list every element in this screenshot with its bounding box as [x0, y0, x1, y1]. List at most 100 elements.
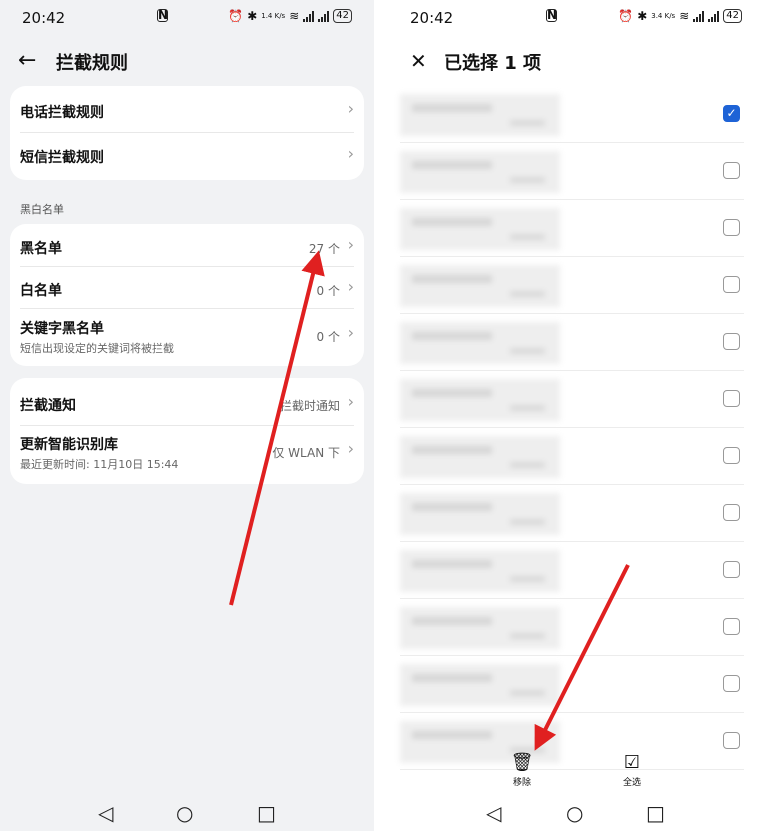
nav-back-icon[interactable]: ◁ — [98, 801, 113, 825]
checkbox[interactable] — [723, 618, 740, 635]
signal-icon-2 — [708, 10, 720, 22]
list-item[interactable] — [400, 200, 744, 257]
nav-recents-icon[interactable]: □ — [646, 801, 665, 825]
remove-button[interactable]: 🗑 移除 — [502, 752, 542, 788]
blurred-contact — [400, 379, 560, 421]
section-label: 黑白名单 — [20, 203, 64, 216]
checkbox[interactable] — [723, 504, 740, 521]
nav-home-icon[interactable]: ○ — [566, 801, 583, 825]
list-item[interactable] — [400, 542, 744, 599]
signal-icon — [693, 10, 705, 22]
nav-home-icon[interactable]: ○ — [176, 801, 193, 825]
blurred-contact — [400, 151, 560, 193]
close-icon[interactable]: ✕ — [410, 49, 427, 73]
selection-title: 已选择 1 项 — [444, 53, 542, 74]
alarm-icon: ⏰ — [228, 9, 244, 23]
row-value: 0 个 — [316, 284, 340, 298]
checkbox[interactable] — [723, 675, 740, 692]
status-icons: ⏰ ✱ 1.4 K/s ≋ 42 — [228, 9, 352, 23]
chevron-right-icon: › — [347, 277, 354, 296]
wifi-icon: ≋ — [679, 9, 690, 23]
chevron-right-icon: › — [347, 392, 354, 411]
checkbox[interactable] — [723, 162, 740, 179]
trash-icon: 🗑 — [510, 752, 534, 773]
blurred-contact — [400, 94, 560, 136]
row-value: 拦截时通知 — [279, 399, 340, 413]
keyword-blacklist-row[interactable]: 关键字黑名单 短信出现设定的关键词将被拦截 0 个 › — [20, 309, 354, 366]
row-label: 电话拦截规则 — [20, 105, 104, 121]
chevron-right-icon: › — [347, 323, 354, 342]
battery-icon: 42 — [333, 9, 352, 23]
settings-card: 拦截通知 拦截时通知 › 更新智能识别库 最近更新时间: 11月10日 15:4… — [10, 378, 364, 484]
list-item[interactable] — [400, 371, 744, 428]
row-label: 关键字黑名单 — [20, 321, 104, 337]
chevron-right-icon: › — [347, 144, 354, 163]
row-subtitle: 最近更新时间: 11月10日 15:44 — [20, 458, 179, 471]
bluetooth-icon: ✱ — [637, 9, 648, 23]
checkbox-checked[interactable]: ✓ — [723, 105, 740, 122]
whitelist-row[interactable]: 白名单 0 个 › — [20, 267, 354, 309]
list-item[interactable] — [400, 599, 744, 656]
wifi-icon: ≋ — [289, 9, 300, 23]
blurred-contact — [400, 664, 560, 706]
right-screen: 20:42 N ⏰ ✱ 3.4 K/s ≋ 42 ✕ 已选择 1 项 ✓ 🗑 移… — [376, 0, 758, 831]
list-item[interactable] — [400, 143, 744, 200]
list-item[interactable] — [400, 485, 744, 542]
select-all-button[interactable]: ☑ 全选 — [612, 752, 652, 788]
system-nav-bar: ◁ ○ □ — [376, 795, 758, 831]
list-item[interactable] — [400, 257, 744, 314]
row-subtitle: 短信出现设定的关键词将被拦截 — [20, 342, 174, 355]
intercept-notify-row[interactable]: 拦截通知 拦截时通知 › — [20, 378, 354, 426]
status-bar: 20:42 N ⏰ ✱ 1.4 K/s ≋ 42 — [0, 0, 374, 34]
chevron-right-icon: › — [347, 99, 354, 118]
blurred-contact — [400, 208, 560, 250]
checkbox[interactable] — [723, 390, 740, 407]
checkbox[interactable] — [723, 561, 740, 578]
row-label: 拦截通知 — [20, 398, 76, 414]
update-library-row[interactable]: 更新智能识别库 最近更新时间: 11月10日 15:44 仅 WLAN 下 › — [20, 426, 354, 484]
list-item[interactable] — [400, 656, 744, 713]
blurred-contact — [400, 436, 560, 478]
row-label: 更新智能识别库 — [20, 437, 118, 453]
sms-rules-row[interactable]: 短信拦截规则 › — [20, 133, 354, 180]
title-bar: ✕ 已选择 1 项 — [376, 44, 758, 78]
back-arrow-icon[interactable]: ← — [18, 48, 36, 73]
blacklist-row[interactable]: 黑名单 27 个 › — [20, 224, 354, 267]
remove-label: 移除 — [512, 778, 531, 788]
checkbox[interactable] — [723, 732, 740, 749]
row-value: 仅 WLAN 下 — [272, 446, 340, 460]
list-item[interactable]: ✓ — [400, 86, 744, 143]
checkbox[interactable] — [723, 276, 740, 293]
page-title: 拦截规则 — [56, 53, 128, 74]
chevron-right-icon: › — [347, 439, 354, 458]
blurred-contact — [400, 550, 560, 592]
call-rules-row[interactable]: 电话拦截规则 › — [20, 86, 354, 133]
checkbox[interactable] — [723, 447, 740, 464]
row-label: 短信拦截规则 — [20, 150, 104, 166]
title-bar: ← 拦截规则 — [0, 44, 374, 78]
blurred-contact — [400, 322, 560, 364]
status-time: 20:42 — [22, 9, 66, 27]
checkbox[interactable] — [723, 219, 740, 236]
nfc-icon: N — [546, 8, 558, 22]
blurred-contact — [400, 493, 560, 535]
row-value: 0 个 — [316, 330, 340, 344]
select-all-label: 全选 — [622, 778, 641, 788]
list-item[interactable] — [400, 713, 744, 770]
status-icons: ⏰ ✱ 3.4 K/s ≋ 42 — [618, 9, 742, 23]
nav-back-icon[interactable]: ◁ — [486, 801, 501, 825]
list-item[interactable] — [400, 314, 744, 371]
nfc-icon: N — [157, 8, 169, 22]
list-item[interactable] — [400, 428, 744, 485]
alarm-icon: ⏰ — [618, 9, 634, 23]
chevron-right-icon: › — [347, 235, 354, 254]
nav-recents-icon[interactable]: □ — [257, 801, 276, 825]
row-value: 27 个 — [308, 242, 340, 256]
row-label: 白名单 — [20, 283, 62, 299]
checkbox[interactable] — [723, 333, 740, 350]
blurred-contact — [400, 607, 560, 649]
lists-card: 黑名单 27 个 › 白名单 0 个 › 关键字黑名单 短信出现设定的关键词将被… — [10, 224, 364, 366]
network-speed: 1.4 K/s — [261, 11, 286, 20]
signal-icon — [303, 10, 315, 22]
network-speed: 3.4 K/s — [651, 11, 676, 20]
